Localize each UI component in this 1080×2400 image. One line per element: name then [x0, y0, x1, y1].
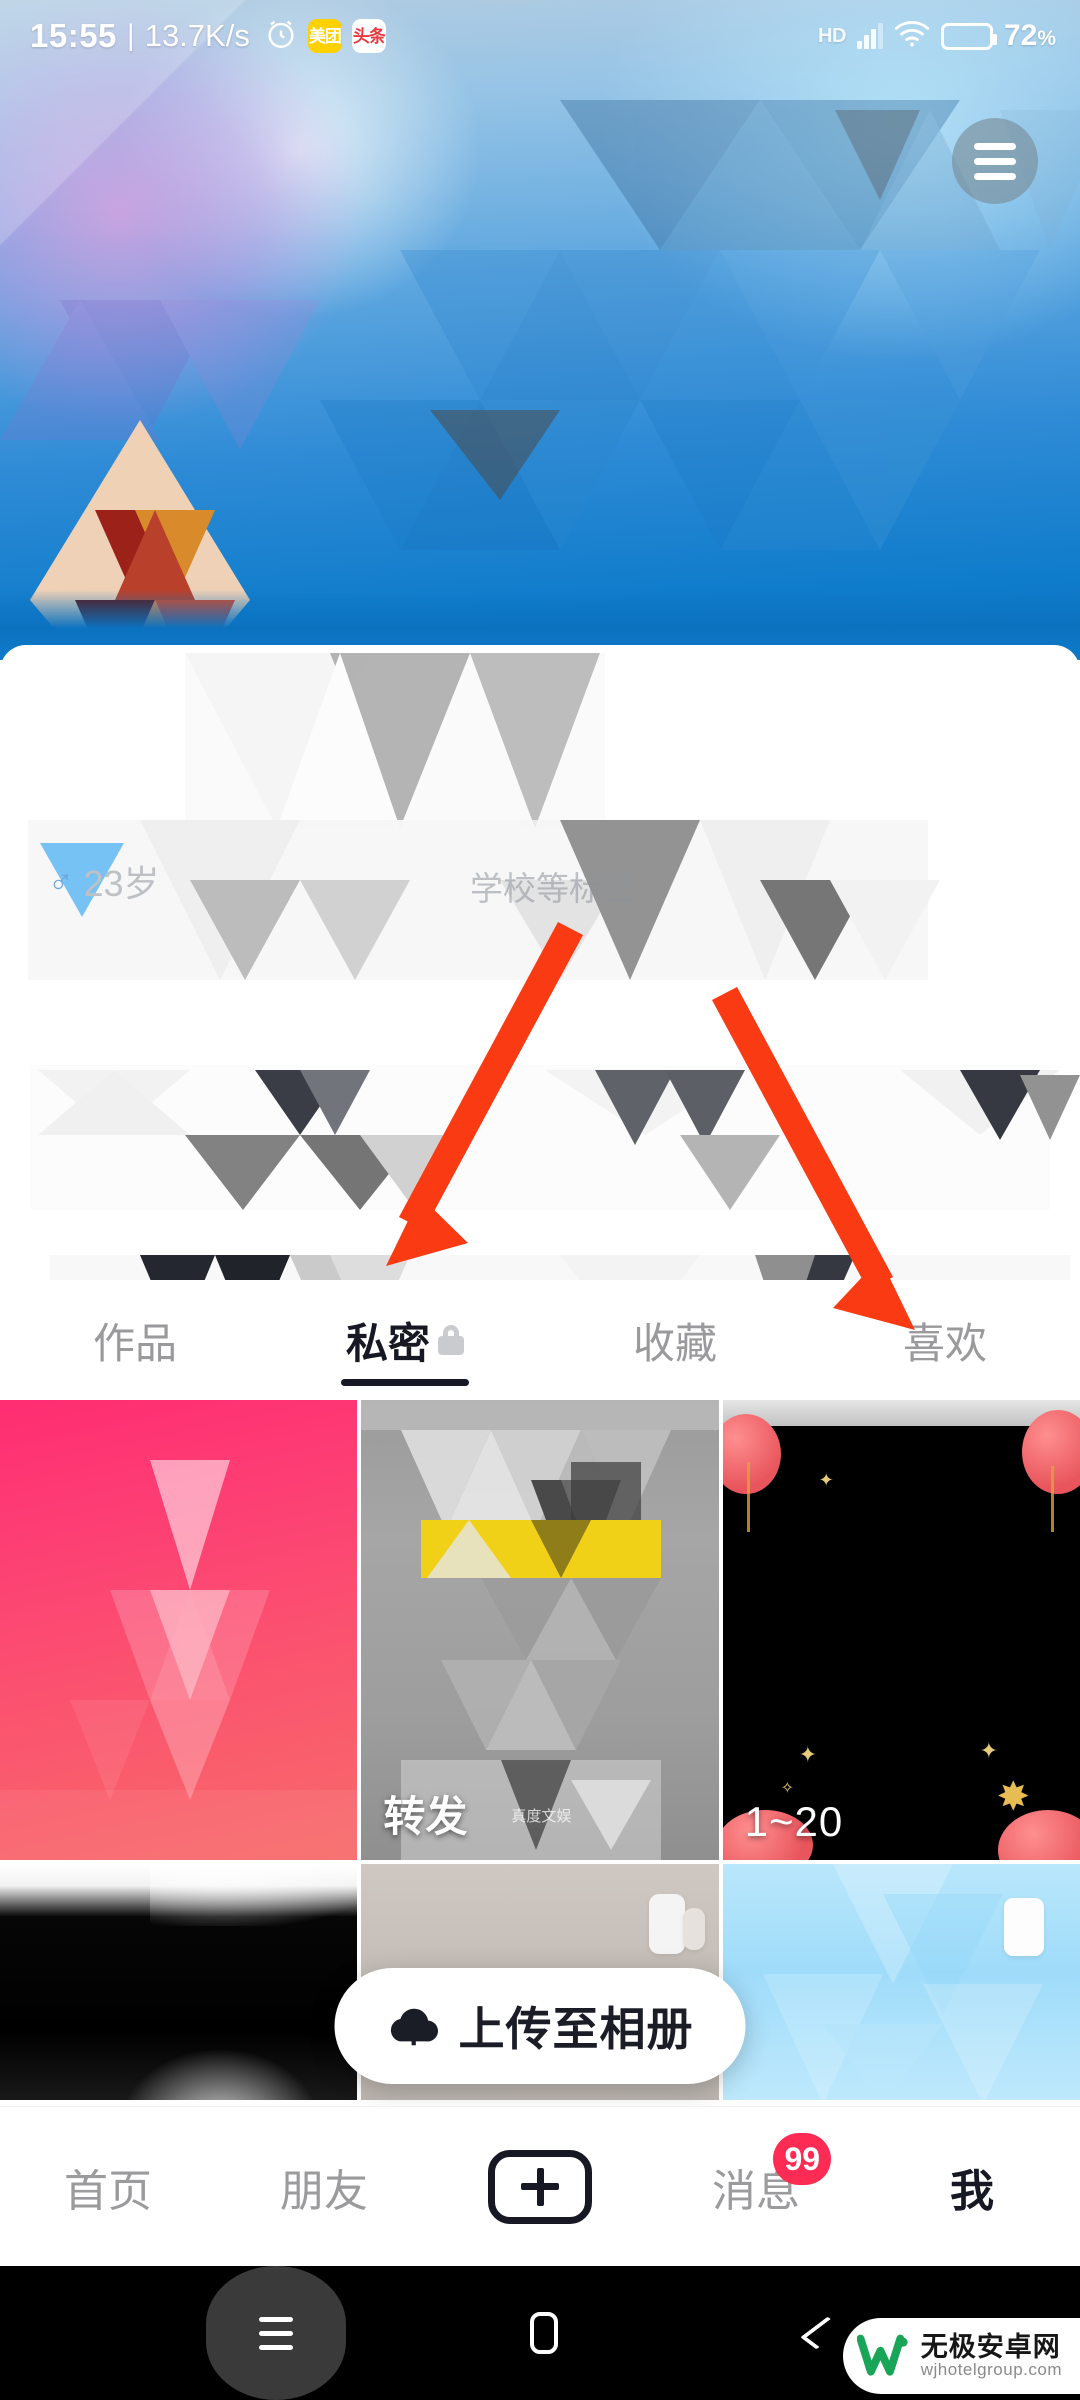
profile-cover-image[interactable]	[0, 0, 1080, 660]
upload-to-album-button[interactable]: 上传至相册	[334, 1968, 746, 2084]
meituan-app-icon: 美团	[307, 19, 342, 53]
bottom-navigation-bar: 首页 朋友 消息 99 我	[0, 2106, 1080, 2266]
toutiao-app-icon: 头条	[351, 19, 386, 53]
status-time: 15:55	[30, 17, 117, 54]
lock-icon	[438, 1325, 464, 1355]
cloud-upload-icon	[387, 2004, 441, 2048]
home-square-icon[interactable]	[484, 2266, 604, 2400]
status-network-speed: 13.7K/s	[144, 18, 250, 53]
battery-icon	[940, 22, 997, 50]
sparkle-icon: ✦	[979, 1738, 998, 1763]
thumbnail-count-label: 1~20	[744, 1798, 844, 1845]
thumbnail-object	[1004, 1898, 1044, 1956]
gender-age-badge: ♂ 23岁	[30, 843, 160, 917]
hd-label: HD	[818, 24, 846, 47]
status-bar: 15:55 | 13.7K/s 美团 头条 HD 72%	[0, 0, 1080, 72]
table-row[interactable]	[722, 1864, 1080, 2100]
alarm-clock-icon	[264, 17, 298, 56]
tab-likes-label: 喜欢	[902, 1319, 987, 1367]
signal-bars-icon	[856, 23, 883, 49]
tab-works-label: 作品	[92, 1319, 177, 1367]
tab-favorites-label: 收藏	[632, 1319, 717, 1367]
nav-me[interactable]: 我	[864, 2107, 1080, 2266]
wifi-icon	[894, 20, 930, 53]
upload-to-album-label: 上传至相册	[458, 2003, 694, 2055]
battery-percent: 72%	[1003, 19, 1056, 52]
status-bar-right: HD 72%	[818, 19, 1056, 53]
tab-private-label: 私密	[345, 1319, 430, 1367]
table-row[interactable]	[0, 1400, 358, 1860]
watermark-logo-icon	[856, 2333, 909, 2379]
gender-icon: ♂	[48, 861, 74, 900]
thumbnail-label: 转发	[383, 1793, 468, 1840]
recents-icon[interactable]	[186, 2266, 366, 2400]
lantern-decoration	[722, 1414, 781, 1494]
thumbnail-object	[682, 1908, 705, 1950]
profile-tabs: 作品 私密 收藏 喜欢	[0, 1280, 1080, 1400]
tab-favorites[interactable]: 收藏	[540, 1280, 810, 1400]
watermark-text: 无极安卓网 wjhotelgroup.com	[921, 2333, 1062, 2379]
sparkle-icon: ✧	[780, 1780, 795, 1797]
thumbnail-mosaic-1	[0, 1460, 358, 1860]
profile-tags-label: 学校等标签	[470, 870, 635, 907]
nav-me-label: 我	[950, 2166, 994, 2216]
plus-icon[interactable]	[488, 2149, 592, 2224]
table-row[interactable]	[0, 1864, 358, 2100]
tab-active-underline	[341, 1379, 469, 1386]
site-watermark: 无极安卓网 wjhotelgroup.com	[842, 2318, 1080, 2394]
tab-likes[interactable]: 喜欢	[810, 1280, 1080, 1400]
tab-private[interactable]: 私密	[270, 1280, 540, 1400]
system-navigation-bar: 无极安卓网 wjhotelgroup.com	[0, 2266, 1080, 2400]
tab-works[interactable]: 作品	[0, 1280, 270, 1400]
watermark-cn: 无极安卓网	[920, 2331, 1061, 2362]
thumbnail-object	[648, 1894, 685, 1954]
nav-friends[interactable]: 朋友	[216, 2107, 432, 2266]
status-badge: 99	[773, 2133, 832, 2185]
age-label: 23岁	[83, 863, 160, 904]
table-row[interactable]: ✦ ✧ ✦ ✸ ✦ 1~20	[722, 1400, 1080, 1860]
table-row[interactable]: 转发 真度文娱	[361, 1400, 719, 1860]
nav-messages[interactable]: 消息 99	[648, 2107, 864, 2266]
nav-create[interactable]	[432, 2107, 648, 2266]
status-separator: |	[126, 19, 135, 52]
sparkle-icon: ✦	[798, 1742, 818, 1767]
hamburger-menu-icon[interactable]	[952, 118, 1038, 204]
sparkle-icon: ✦	[818, 1470, 834, 1490]
nav-home-label: 首页	[64, 2166, 152, 2216]
sparkle-icon: ✸	[996, 1775, 1030, 1819]
watermark-en: wjhotelgroup.com	[920, 2360, 1062, 2380]
nav-home[interactable]: 首页	[0, 2107, 216, 2266]
nav-friends-label: 朋友	[280, 2166, 368, 2216]
thumbnail-sublabel: 真度文娱	[511, 1808, 572, 1825]
cover-mosaic-pattern	[0, 100, 1080, 660]
phone-screen: 15:55 | 13.7K/s 美团 头条 HD 72% ♂ 23岁 学校等标签…	[0, 0, 1080, 2400]
status-bar-left: 15:55 | 13.7K/s 美团 头条	[30, 17, 386, 56]
